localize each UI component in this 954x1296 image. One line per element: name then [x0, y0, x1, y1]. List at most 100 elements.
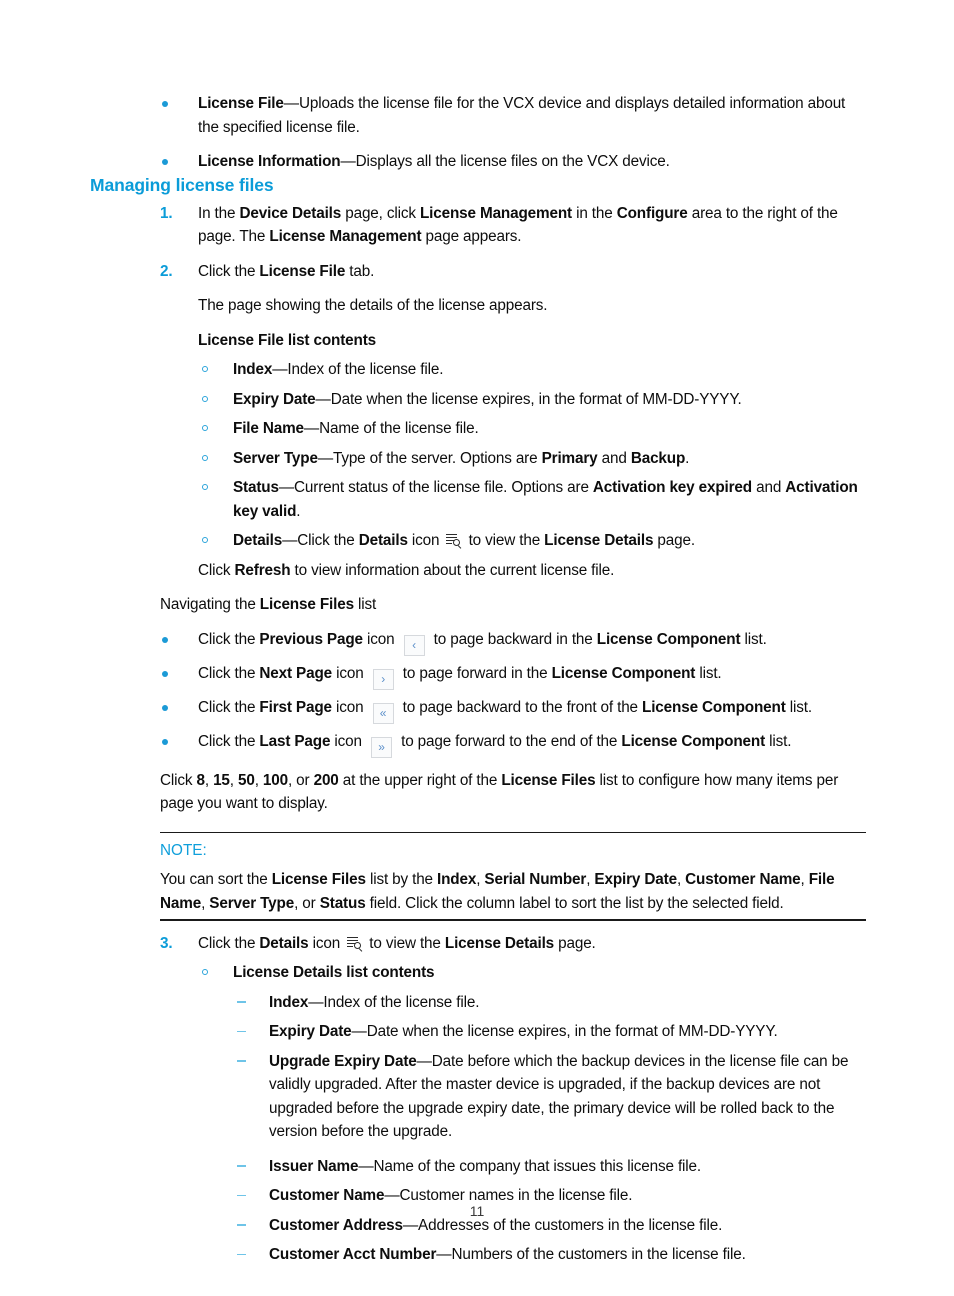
separator: , or	[287, 771, 314, 789]
term-label: Customer Acct Number	[269, 1246, 437, 1264]
step-text-part: In the	[198, 204, 240, 222]
list-item: License File—Uploads the license file fo…	[160, 92, 866, 139]
definition-text: Name of the license file.	[319, 420, 479, 437]
text-part: Click	[198, 561, 235, 579]
list-item: Index—Index of the license file.	[198, 358, 866, 382]
term-label: Details	[233, 532, 283, 549]
definition-text: to view the	[464, 532, 545, 549]
text-part: to view the	[365, 934, 445, 952]
separator: ,	[676, 871, 686, 889]
text-part: list by the	[365, 871, 438, 889]
separator: ,	[800, 871, 809, 889]
text-part: Click the	[198, 664, 260, 682]
step-number: 2.	[160, 262, 173, 280]
em-dash: —	[351, 1023, 367, 1041]
document-page: License File—Uploads the license file fo…	[0, 0, 954, 1296]
subsection-title: License File list contents	[198, 331, 377, 349]
list-item: License Information—Displays all the lic…	[160, 150, 866, 174]
list-item: Click the Last Page icon » to page forwa…	[160, 730, 866, 758]
page-title: Managing license files	[90, 174, 274, 195]
step-text: Click the Details icon to view the Licen…	[198, 932, 866, 956]
definition-text: Customer names in the license file.	[399, 1187, 633, 1205]
list-item: Customer Acct Number—Numbers of the cust…	[233, 1243, 866, 1267]
text-part: list	[353, 596, 377, 613]
page-size-option-8[interactable]: 8	[197, 772, 206, 789]
term-label: Expiry Date	[233, 390, 316, 408]
definition-text: and	[752, 479, 786, 496]
navigation-intro: Navigating the License Files list	[160, 593, 866, 617]
em-dash: —	[340, 153, 356, 170]
definition-text: and	[597, 449, 631, 467]
first-page-icon[interactable]: «	[372, 702, 394, 724]
list-item: Click the Next Page icon › to page forwa…	[160, 662, 866, 690]
bold-term: License Management	[269, 228, 422, 245]
definition-text: Date when the license expires, in the fo…	[330, 390, 742, 408]
em-dash: —	[283, 95, 299, 112]
details-icon[interactable]	[446, 533, 462, 550]
numbered-step: 1. In the Device Details page, click Lic…	[160, 202, 866, 249]
term-label: Issuer Name	[269, 1157, 359, 1175]
step-text: Click the License File tab.	[198, 260, 866, 284]
em-dash: —	[317, 449, 333, 467]
bullet-circle-icon	[202, 425, 208, 431]
sort-field-expiry-date: Expiry Date	[594, 871, 677, 889]
em-dash: —	[358, 1157, 374, 1175]
text-part: icon	[308, 934, 345, 952]
separator: ,	[229, 771, 238, 789]
em-dash: —	[402, 1216, 419, 1234]
numbered-step: 2. Click the License File tab.	[160, 260, 866, 284]
details-icon[interactable]	[347, 936, 363, 952]
note-text: You can sort the License Files list by t…	[160, 868, 866, 915]
bullet-dash-icon	[237, 1253, 246, 1256]
text-part: field. Click the column label to sort th…	[365, 894, 784, 912]
previous-page-icon[interactable]: ‹	[403, 634, 425, 656]
bullet-circle-icon	[202, 366, 208, 372]
step-text-part: page, click	[341, 204, 420, 222]
text-part: list.	[740, 630, 767, 648]
bullet-circle-icon	[202, 454, 208, 461]
bold-term: Previous Page	[259, 630, 363, 648]
definition-text: Addresses of the customers in the licens…	[418, 1216, 723, 1234]
page-content: License File—Uploads the license file fo…	[90, 92, 866, 1267]
text-part: icon	[332, 664, 368, 682]
bold-term: Details	[259, 934, 309, 952]
subsection-title: License Details list contents	[233, 964, 435, 982]
text-part: Click the	[198, 630, 260, 648]
bullet-dash-icon	[237, 1224, 246, 1226]
step-text-part: page appears.	[421, 228, 522, 245]
term-label: Customer Name	[269, 1187, 385, 1205]
bold-term: Refresh	[234, 561, 291, 579]
text-part: Click	[160, 771, 197, 789]
definition-text: Index of the license file.	[323, 993, 480, 1011]
list-item: Click the First Page icon « to page back…	[160, 696, 866, 724]
sort-field-status: Status	[319, 894, 366, 912]
step-text-part: in the	[571, 204, 617, 222]
bullet-dot-icon	[162, 101, 168, 107]
term-label: Index	[233, 361, 273, 378]
term-label: License Information	[198, 153, 341, 170]
last-page-icon[interactable]: »	[371, 736, 392, 758]
bold-term: License Files	[501, 771, 596, 789]
page-size-option-200[interactable]: 200	[314, 772, 339, 789]
bullet-dash-icon	[237, 1030, 246, 1033]
page-size-option-50[interactable]: 50	[238, 772, 255, 789]
text-part: icon	[330, 732, 366, 750]
page-size-option-100[interactable]: 100	[263, 772, 288, 789]
bullet-dot-icon	[162, 670, 168, 677]
em-dash: —	[282, 532, 298, 549]
bullet-dash-icon	[237, 1060, 246, 1062]
step-number: 1.	[160, 204, 173, 222]
bullet-circle-icon	[202, 395, 208, 402]
page-size-option-15[interactable]: 15	[213, 772, 230, 789]
list-item: Expiry Date—Date when the license expire…	[198, 388, 866, 412]
term-label: File Name	[233, 420, 304, 437]
bold-term: License Component	[596, 630, 741, 648]
sort-field-server-type: Server Type	[209, 894, 295, 912]
definition-text: Click the	[297, 532, 359, 549]
step-text-part: tab.	[345, 262, 375, 280]
next-page-icon[interactable]: ›	[372, 668, 394, 690]
list-item: Index—Index of the license file.	[233, 991, 866, 1015]
bullet-dash-icon	[237, 1001, 246, 1003]
bullet-dot-icon	[162, 159, 168, 165]
definition-text: Type of the server. Options are	[332, 449, 542, 467]
